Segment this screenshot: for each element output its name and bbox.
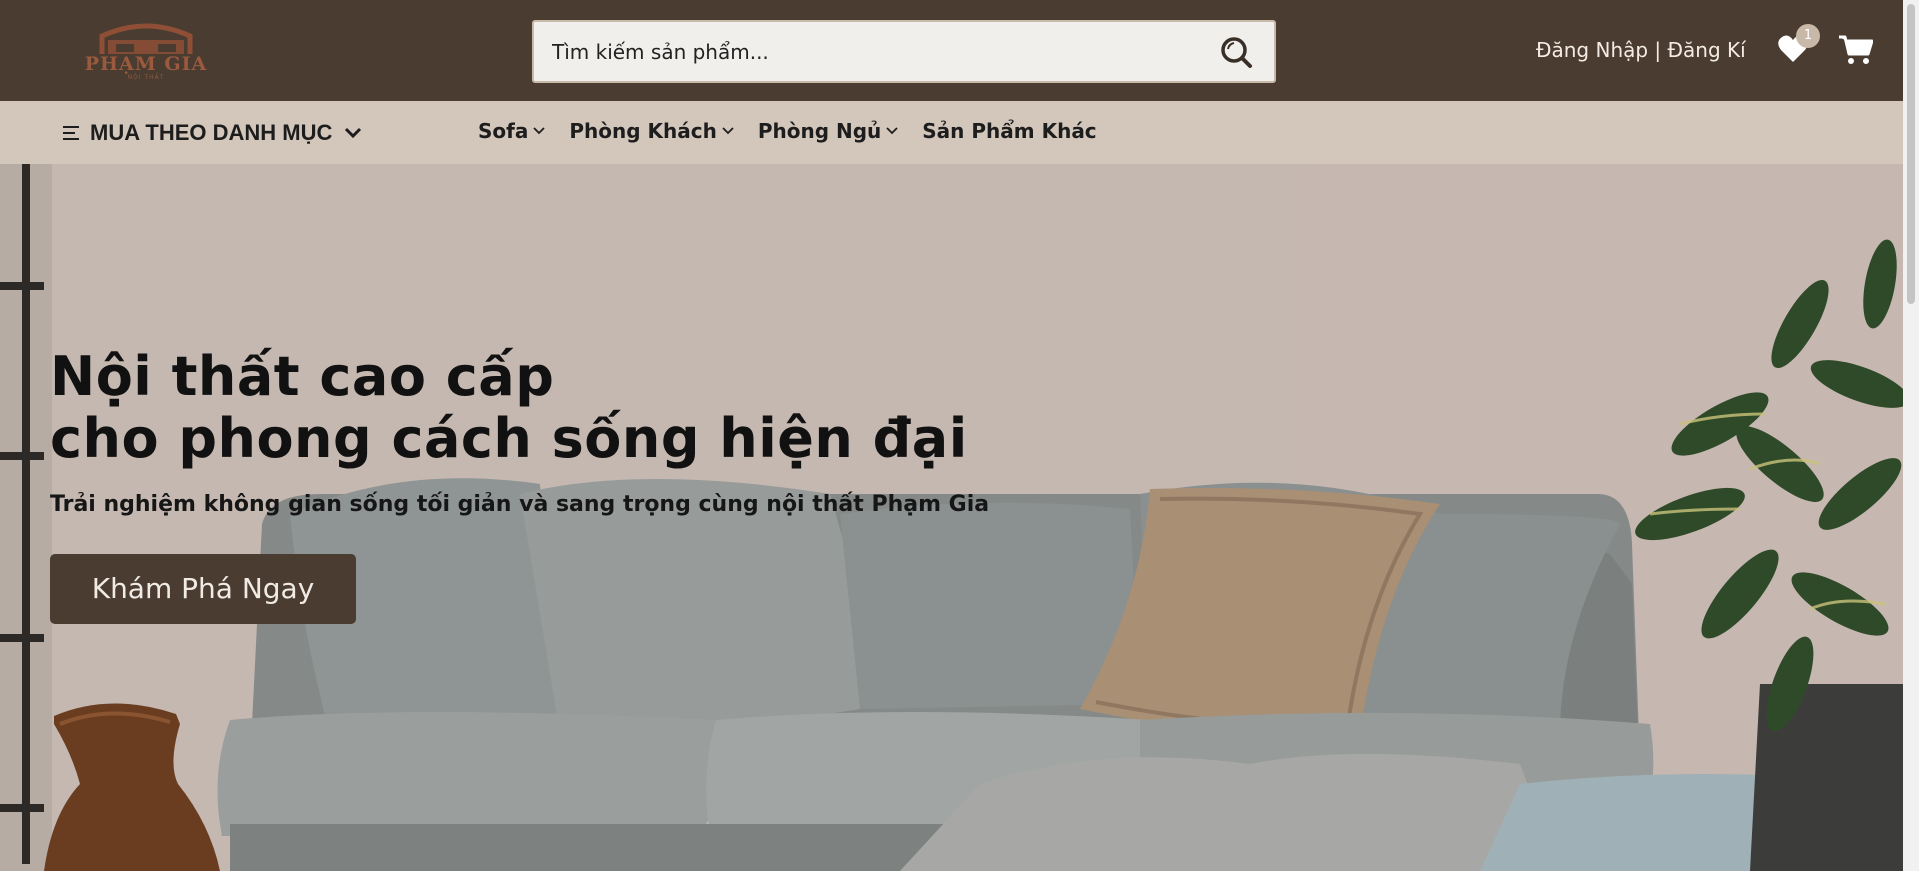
chevron-down-icon — [886, 127, 898, 135]
category-menu-label: MUA THEO DANH MỤC — [90, 120, 333, 145]
top-header: PHẠM GIA NỘI THẤT Đăng Nhập | Đăng Kí 1 — [0, 0, 1903, 101]
menu-icon — [63, 126, 79, 140]
logo-text: PHẠM GIA — [84, 53, 208, 75]
chevron-down-icon — [345, 127, 362, 139]
hero-title: Nội thất cao cấp cho phong cách sống hiệ… — [50, 346, 968, 470]
search-icon — [1221, 37, 1252, 68]
cart-button[interactable] — [1839, 35, 1874, 65]
nav-item-sofa[interactable]: Sofa — [478, 119, 545, 143]
hero-banner: Nội thất cao cấp cho phong cách sống hiệ… — [0, 164, 1903, 871]
nav-item-label: Sản Phẩm Khác — [922, 119, 1097, 143]
hero-title-line1: Nội thất cao cấp — [50, 345, 555, 408]
nav-item-san-pham-khac[interactable]: Sản Phẩm Khác — [922, 119, 1096, 143]
hero-background-image — [0, 164, 1903, 871]
search-input[interactable] — [552, 22, 1192, 81]
logo-subtext: NỘI THẤT — [127, 74, 165, 81]
nav-item-label: Sofa — [478, 119, 529, 143]
chevron-down-icon — [722, 127, 734, 135]
auth-links: Đăng Nhập | Đăng Kí — [1536, 38, 1746, 62]
nav-item-label: Phòng Khách — [569, 119, 717, 143]
scrollbar-thumb[interactable] — [1907, 4, 1915, 304]
page-scrollbar[interactable] — [1903, 0, 1919, 871]
search-box — [532, 20, 1276, 83]
cart-icon — [1839, 35, 1874, 64]
nav-item-phong-khach[interactable]: Phòng Khách — [569, 119, 734, 143]
login-link[interactable]: Đăng Nhập — [1536, 38, 1648, 62]
category-nav-bar: MUA THEO DANH MỤC Sofa Phòng Khách Phòng… — [0, 101, 1903, 164]
register-link[interactable]: Đăng Kí — [1668, 38, 1746, 62]
hero-subtitle: Trải nghiệm không gian sống tối giản và … — [50, 492, 990, 517]
search-button[interactable] — [1218, 34, 1254, 70]
hero-title-line2: cho phong cách sống hiện đại — [50, 407, 968, 470]
nav-item-phong-ngu[interactable]: Phòng Ngủ — [758, 119, 898, 143]
auth-separator: | — [1648, 38, 1668, 62]
explore-now-button[interactable]: Khám Phá Ngay — [50, 554, 356, 624]
logo[interactable]: PHẠM GIA NỘI THẤT — [72, 20, 220, 82]
category-menu-button[interactable]: MUA THEO DANH MỤC — [62, 118, 362, 148]
wishlist-count-badge: 1 — [1796, 24, 1820, 48]
nav-item-label: Phòng Ngủ — [757, 119, 882, 143]
chevron-down-icon — [533, 127, 545, 135]
nav-menu: Sofa Phòng Khách Phòng Ngủ Sản Phẩm Khác — [478, 119, 1121, 143]
